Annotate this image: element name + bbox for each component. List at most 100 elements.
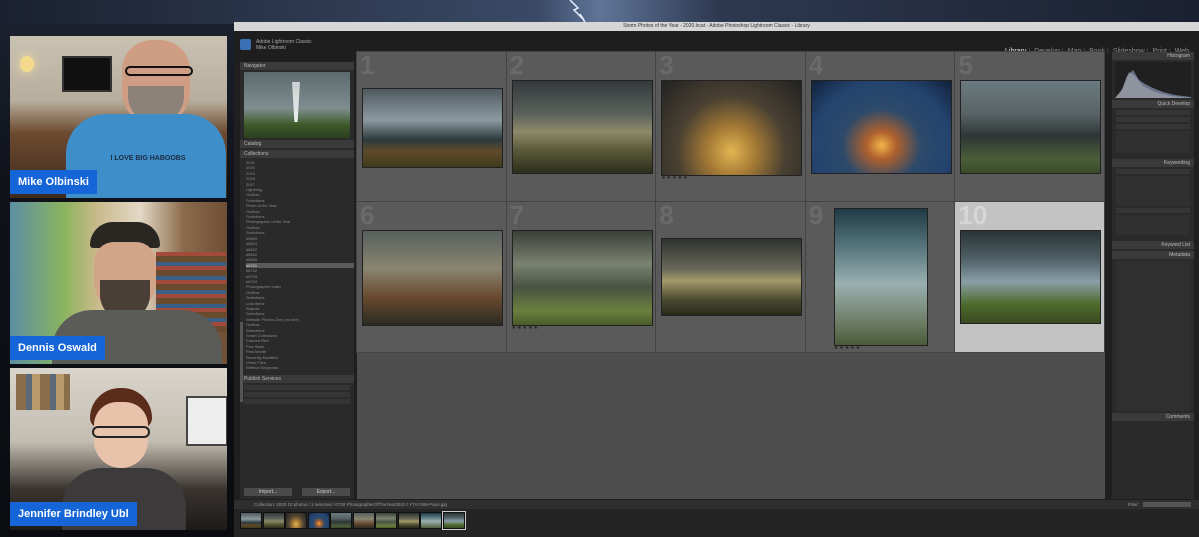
photo-thumbnail[interactable] xyxy=(960,230,1102,324)
keyword-tags-row[interactable] xyxy=(1116,169,1190,174)
keywording-header[interactable]: Keywording xyxy=(1112,159,1194,167)
filmstrip-thumbnail[interactable] xyxy=(262,512,285,529)
publish-service-row[interactable] xyxy=(244,398,350,404)
filmstrip-thumbnail[interactable] xyxy=(420,512,442,529)
lightroom-logo-icon xyxy=(240,39,251,50)
setting-row[interactable] xyxy=(1116,110,1190,115)
window-title: Storm Photos of the Year - 2020.lrcat - … xyxy=(234,22,1199,31)
user-info: Adobe Lightroom Classic Mike Olbinski xyxy=(256,39,312,51)
collections-tree: 2021 2020 2019 2018 2017 Lightning Outflow Sele… xyxy=(240,160,354,371)
keyword-set[interactable] xyxy=(1116,215,1190,235)
cell-index-number: 3 xyxy=(659,50,674,80)
participant-video-jennifer[interactable]: Jennifer Brindley Ubl xyxy=(10,368,227,530)
setting-block xyxy=(1116,131,1190,153)
filmstrip-thumbnail[interactable] xyxy=(352,512,375,529)
keyword-suggestions-row[interactable] xyxy=(1116,208,1190,213)
cell-index-number: 7 xyxy=(509,200,525,230)
grid-cell[interactable]: 2 xyxy=(505,50,657,203)
participant-name: Jennifer Brindley Ubl xyxy=(10,502,137,526)
wall-art-graphic xyxy=(16,374,70,410)
grid-cell[interactable]: 7 ★★★★★ xyxy=(505,200,657,353)
filmstrip-thumbnail[interactable] xyxy=(397,512,420,529)
filmstrip xyxy=(234,509,1199,537)
metadata-header[interactable]: Metadata xyxy=(1112,251,1194,259)
photo-thumbnail[interactable] xyxy=(661,80,803,176)
star-rating[interactable]: ★★★★★ xyxy=(512,325,539,331)
participant-video-dennis[interactable]: Dennis Oswald xyxy=(10,202,227,364)
publish-service-row[interactable] xyxy=(244,391,350,397)
photo-thumbnail[interactable] xyxy=(661,238,803,316)
cell-index-number: 10 xyxy=(958,200,988,230)
navigator-preview[interactable] xyxy=(244,72,350,138)
filter-label: Filter: xyxy=(1127,502,1139,507)
user-name: Mike Olbinski xyxy=(256,45,286,51)
grid-cell[interactable]: 4 xyxy=(804,50,956,203)
filmstrip-thumbnail[interactable] xyxy=(240,512,262,529)
cell-index-number: 5 xyxy=(958,50,973,80)
filmstrip-thumbnail[interactable] xyxy=(375,512,397,529)
grid-cell[interactable]: 5 xyxy=(954,50,1106,203)
photo-thumbnail[interactable] xyxy=(511,80,653,174)
glasses-graphic xyxy=(92,426,150,438)
participant-name: Dennis Oswald xyxy=(10,336,105,360)
photo-thumbnail[interactable] xyxy=(960,80,1102,174)
grid-cell[interactable]: 10 xyxy=(954,200,1106,353)
grid-cell[interactable]: 3 ★★★★★ xyxy=(655,50,807,203)
filmstrip-thumbnail[interactable] xyxy=(307,512,330,529)
cell-index-number: 6 xyxy=(360,200,375,230)
import-button[interactable]: Import... xyxy=(244,488,292,496)
filmstrip-thumbnail[interactable] xyxy=(330,512,352,529)
shirt-text: I LOVE BIG HABOOBS xyxy=(110,155,186,162)
photo-thumbnail[interactable] xyxy=(362,230,503,326)
filmstrip-status-bar: Collection: 2020 10 photos / 1 selected … xyxy=(234,500,1199,509)
monitor-graphic xyxy=(186,396,227,446)
cell-index-number: 4 xyxy=(808,50,824,80)
photo-grid: 1 2 3 ★★★★★ 4 5 6 7 ★★★★★ 8 9 ★★★★★ 10 xyxy=(356,50,1106,499)
lamp-graphic xyxy=(20,56,34,72)
grid-cell[interactable]: 8 xyxy=(655,200,807,353)
publish-service-row[interactable] xyxy=(244,384,350,390)
keyword-area[interactable] xyxy=(1116,176,1190,206)
keyword-list-header[interactable]: Keyword List xyxy=(1112,241,1194,249)
photo-thumbnail[interactable] xyxy=(362,88,503,168)
filter-dropdown[interactable] xyxy=(1143,502,1191,507)
participant-name: Mike Olbinski xyxy=(10,170,97,194)
lightroom-window: Storm Photos of the Year - 2020.lrcat - … xyxy=(234,22,1199,537)
cell-index-number: 9 xyxy=(808,200,824,230)
photo-thumbnail[interactable] xyxy=(511,230,653,326)
lightning-bolt-graphic xyxy=(569,0,587,24)
monitor-graphic xyxy=(62,56,112,92)
grid-cell[interactable]: 6 xyxy=(356,200,507,353)
histogram-header[interactable]: Histogram xyxy=(1112,52,1194,60)
photo-thumbnail[interactable] xyxy=(810,80,952,174)
cell-index-number: 2 xyxy=(509,50,525,80)
photo-thumbnail[interactable] xyxy=(833,208,928,346)
filmstrip-thumbnail[interactable] xyxy=(285,512,307,529)
glasses-graphic xyxy=(125,66,193,76)
comments-header[interactable]: Comments xyxy=(1112,413,1194,421)
grid-cell[interactable]: 1 xyxy=(356,50,507,203)
collection-item[interactable]: Without Keywords xyxy=(246,365,354,370)
quick-develop-header[interactable]: Quick Develop xyxy=(1112,100,1194,108)
right-panel: Histogram Quick Develop Keywording Keywo… xyxy=(1112,52,1194,499)
cell-index-number: 8 xyxy=(659,200,674,230)
left-panel: Navigator Catalog Collections 2021 2020 20… xyxy=(240,62,354,499)
setting-row[interactable] xyxy=(1116,124,1190,129)
setting-row[interactable] xyxy=(1116,117,1190,122)
grid-cell[interactable]: 9 ★★★★★ xyxy=(804,200,956,353)
cell-index-number: 1 xyxy=(360,50,375,80)
left-panel-scrollbar[interactable] xyxy=(240,322,243,402)
navigator-header[interactable]: Navigator xyxy=(240,62,354,70)
export-button[interactable]: Export... xyxy=(302,488,350,496)
publish-services-header[interactable]: Publish Services xyxy=(240,374,354,383)
status-text: Collection: 2020 10 photos / 1 selected … xyxy=(254,502,447,507)
collections-header[interactable]: Collections xyxy=(240,150,354,158)
star-rating[interactable]: ★★★★★ xyxy=(834,345,861,351)
star-rating[interactable]: ★★★★★ xyxy=(661,175,688,181)
catalog-header[interactable]: Catalog xyxy=(240,140,354,148)
metadata-fields xyxy=(1116,261,1190,411)
participant-video-mike[interactable]: I LOVE BIG HABOOBS Mike Olbinski xyxy=(10,36,227,198)
filmstrip-thumbnail[interactable] xyxy=(441,511,466,530)
histogram-graph xyxy=(1115,62,1191,98)
background-storm-sky xyxy=(0,0,1199,24)
